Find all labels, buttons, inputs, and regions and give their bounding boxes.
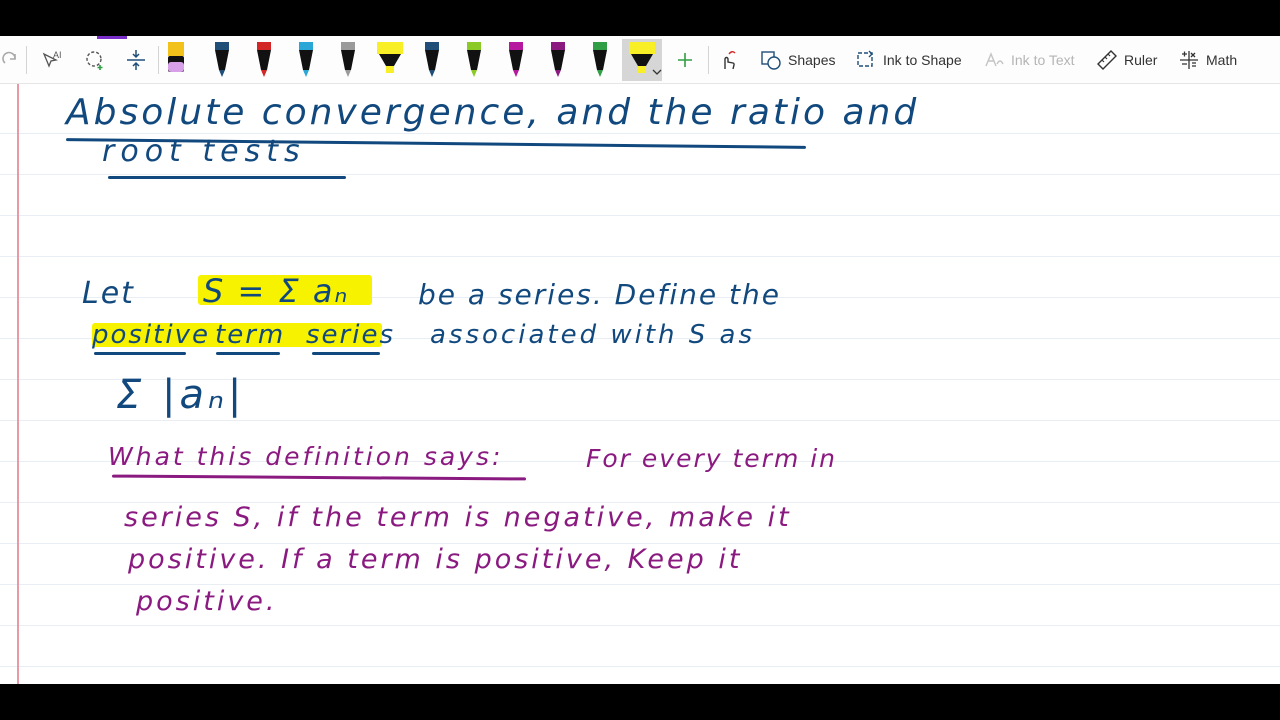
text-cursor-icon[interactable]: AI [36, 36, 66, 83]
lasso-icon[interactable] [80, 36, 110, 83]
pen-4[interactable] [296, 40, 316, 80]
def-formula: Σ |aₙ| [116, 372, 246, 418]
def-term-series: series [306, 320, 395, 350]
def-term-positive: positive [92, 320, 210, 350]
page-margin-line [17, 84, 19, 684]
pen-2[interactable] [212, 40, 232, 80]
shapes-button[interactable]: Shapes [760, 36, 835, 83]
explain-line2: series S, if the term is negative, make … [124, 502, 792, 533]
ink-to-text-label: Ink to Text [1011, 51, 1075, 68]
add-pen-icon[interactable] [672, 36, 698, 83]
underline-series [312, 352, 380, 355]
ink-toolbar: AI Shapes Ink to Shape Ink to Text Ruler… [0, 36, 1280, 84]
title-line2-underline [108, 176, 346, 179]
pen-11[interactable] [590, 40, 610, 80]
def-rest2: associated with S as [430, 320, 756, 350]
def-term-term: term [215, 320, 286, 350]
ink-to-text-icon [985, 51, 1004, 66]
pen-7[interactable] [422, 40, 442, 80]
ink-to-shape-button[interactable]: Ink to Shape [855, 36, 962, 83]
math-button[interactable]: Math [1178, 36, 1237, 83]
ink-to-shape-label: Ink to Shape [883, 51, 962, 68]
highlighter-12[interactable] [628, 40, 662, 80]
highlighter-1[interactable] [166, 40, 186, 80]
note-title-line2: root tests [102, 134, 306, 169]
explain-heading-underline [111, 474, 527, 481]
def-let: Let [82, 276, 135, 311]
math-icon [1180, 50, 1198, 69]
ruler-icon [1097, 49, 1117, 70]
math-label: Math [1206, 51, 1238, 68]
pen-5[interactable] [338, 40, 358, 80]
touch-drawing-icon[interactable] [714, 36, 742, 83]
underline-positive [94, 352, 186, 355]
ink-to-text-button[interactable]: Ink to Text [983, 36, 1075, 83]
add-space-icon[interactable] [121, 36, 151, 83]
toolbar-divider [708, 46, 709, 74]
notebook-page[interactable]: Absolute convergence, and the ratio and … [0, 84, 1280, 684]
explain-line3: positive. If a term is positive, Keep it [128, 544, 743, 575]
toolbar-divider [158, 46, 159, 74]
draw-tab-indicator [97, 36, 127, 39]
pen-3[interactable] [254, 40, 274, 80]
explain-heading: What this definition says: [108, 442, 504, 471]
note-title-line1: Absolute convergence, and the ratio and [66, 92, 920, 133]
toolbar-divider [26, 46, 27, 74]
highlighter-6[interactable] [376, 40, 403, 80]
svg-text:AI: AI [53, 50, 62, 60]
underline-term [216, 352, 280, 355]
def-rest1: be a series. Define the [418, 278, 781, 311]
pen-8[interactable] [464, 40, 484, 80]
shapes-label: Shapes [788, 51, 836, 68]
def-series: S = Σ aₙ [203, 272, 350, 310]
explain-line1: For every term in [586, 444, 838, 473]
pen-10[interactable] [548, 40, 568, 80]
shapes-icon [761, 50, 781, 70]
redo-icon[interactable] [0, 36, 20, 83]
explain-line4: positive. [136, 586, 278, 617]
ruler-label: Ruler [1124, 51, 1158, 68]
ruler-button[interactable]: Ruler [1096, 36, 1157, 83]
ink-to-shape-icon [857, 50, 873, 67]
pen-9[interactable] [506, 40, 526, 80]
